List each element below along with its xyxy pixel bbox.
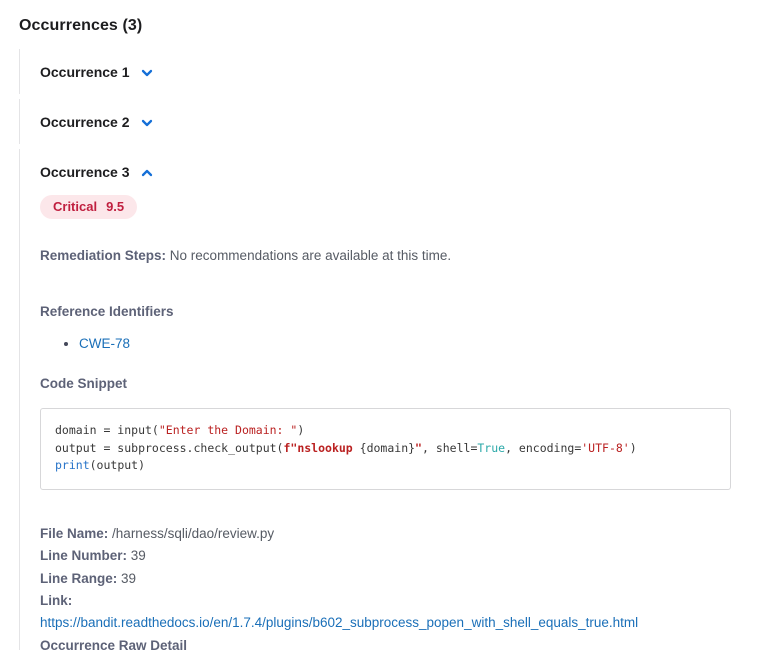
reference-identifiers-heading: Reference Identifiers <box>40 304 751 319</box>
occurrence-2-toggle[interactable]: Occurrence 2 <box>40 114 154 130</box>
occurrence-accordion: Occurrence 1 Occurrence 2 Occurrence 3 <box>19 49 751 650</box>
cwe-link[interactable]: CWE-78 <box>79 336 130 351</box>
reference-identifiers-list: CWE-78 <box>40 334 751 353</box>
line-range-label: Line Range: <box>40 571 117 586</box>
severity-score: 9.5 <box>106 199 124 214</box>
file-name-label: File Name: <box>40 526 108 541</box>
code-snippet-heading: Code Snippet <box>40 376 751 391</box>
occurrence-1-toggle[interactable]: Occurrence 1 <box>40 64 154 80</box>
occurrence-section-1: Occurrence 1 <box>19 49 751 94</box>
occurrence-detail-fields: File Name: /harness/sqli/dao/review.py L… <box>40 523 751 650</box>
occurrence-3-label: Occurrence 3 <box>40 164 130 180</box>
severity-badge: Critical 9.5 <box>40 195 137 219</box>
link-url-row: https://bandit.readthedocs.io/en/1.7.4/p… <box>40 613 751 635</box>
occurrence-3-body: Critical 9.5 Remediation Steps: No recom… <box>40 182 751 650</box>
line-range-row: Line Range: 39 <box>40 568 751 591</box>
link-label: Link: <box>40 593 72 608</box>
code-line: print(output) <box>55 457 716 475</box>
chevron-down-icon <box>140 66 154 80</box>
occurrence-section-2: Occurrence 2 <box>19 99 751 144</box>
line-number-label: Line Number: <box>40 548 127 563</box>
chevron-down-icon <box>140 116 154 130</box>
remediation-steps: Remediation Steps: No recommendations ar… <box>40 246 751 265</box>
code-line: domain = input("Enter the Domain: ") <box>55 422 716 440</box>
occurrence-1-label: Occurrence 1 <box>40 64 130 80</box>
chevron-up-icon <box>140 166 154 180</box>
occurrence-raw-detail-heading: Occurrence Raw Detail <box>40 635 751 650</box>
code-snippet-box: domain = input("Enter the Domain: ") out… <box>40 408 731 490</box>
link-label-row: Link: <box>40 590 751 613</box>
occurrence-2-label: Occurrence 2 <box>40 114 130 130</box>
occurrence-section-3: Occurrence 3 Critical 9.5 Remediation St… <box>19 149 751 650</box>
list-item: CWE-78 <box>79 334 751 353</box>
bandit-doc-link[interactable]: https://bandit.readthedocs.io/en/1.7.4/p… <box>40 615 638 630</box>
remediation-text: No recommendations are available at this… <box>170 248 451 263</box>
code-line: output = subprocess.check_output(f"nsloo… <box>55 440 716 458</box>
file-name-row: File Name: /harness/sqli/dao/review.py <box>40 523 751 546</box>
occurrence-3-toggle[interactable]: Occurrence 3 <box>40 164 154 180</box>
severity-label: Critical <box>53 199 97 214</box>
file-name-value: /harness/sqli/dao/review.py <box>112 526 274 541</box>
page-title: Occurrences (3) <box>19 17 751 35</box>
line-range-value: 39 <box>121 571 136 586</box>
occurrences-panel: Occurrences (3) Occurrence 1 Occurrence … <box>0 0 771 650</box>
remediation-label: Remediation Steps: <box>40 248 166 263</box>
line-number-value: 39 <box>131 548 146 563</box>
line-number-row: Line Number: 39 <box>40 545 751 568</box>
